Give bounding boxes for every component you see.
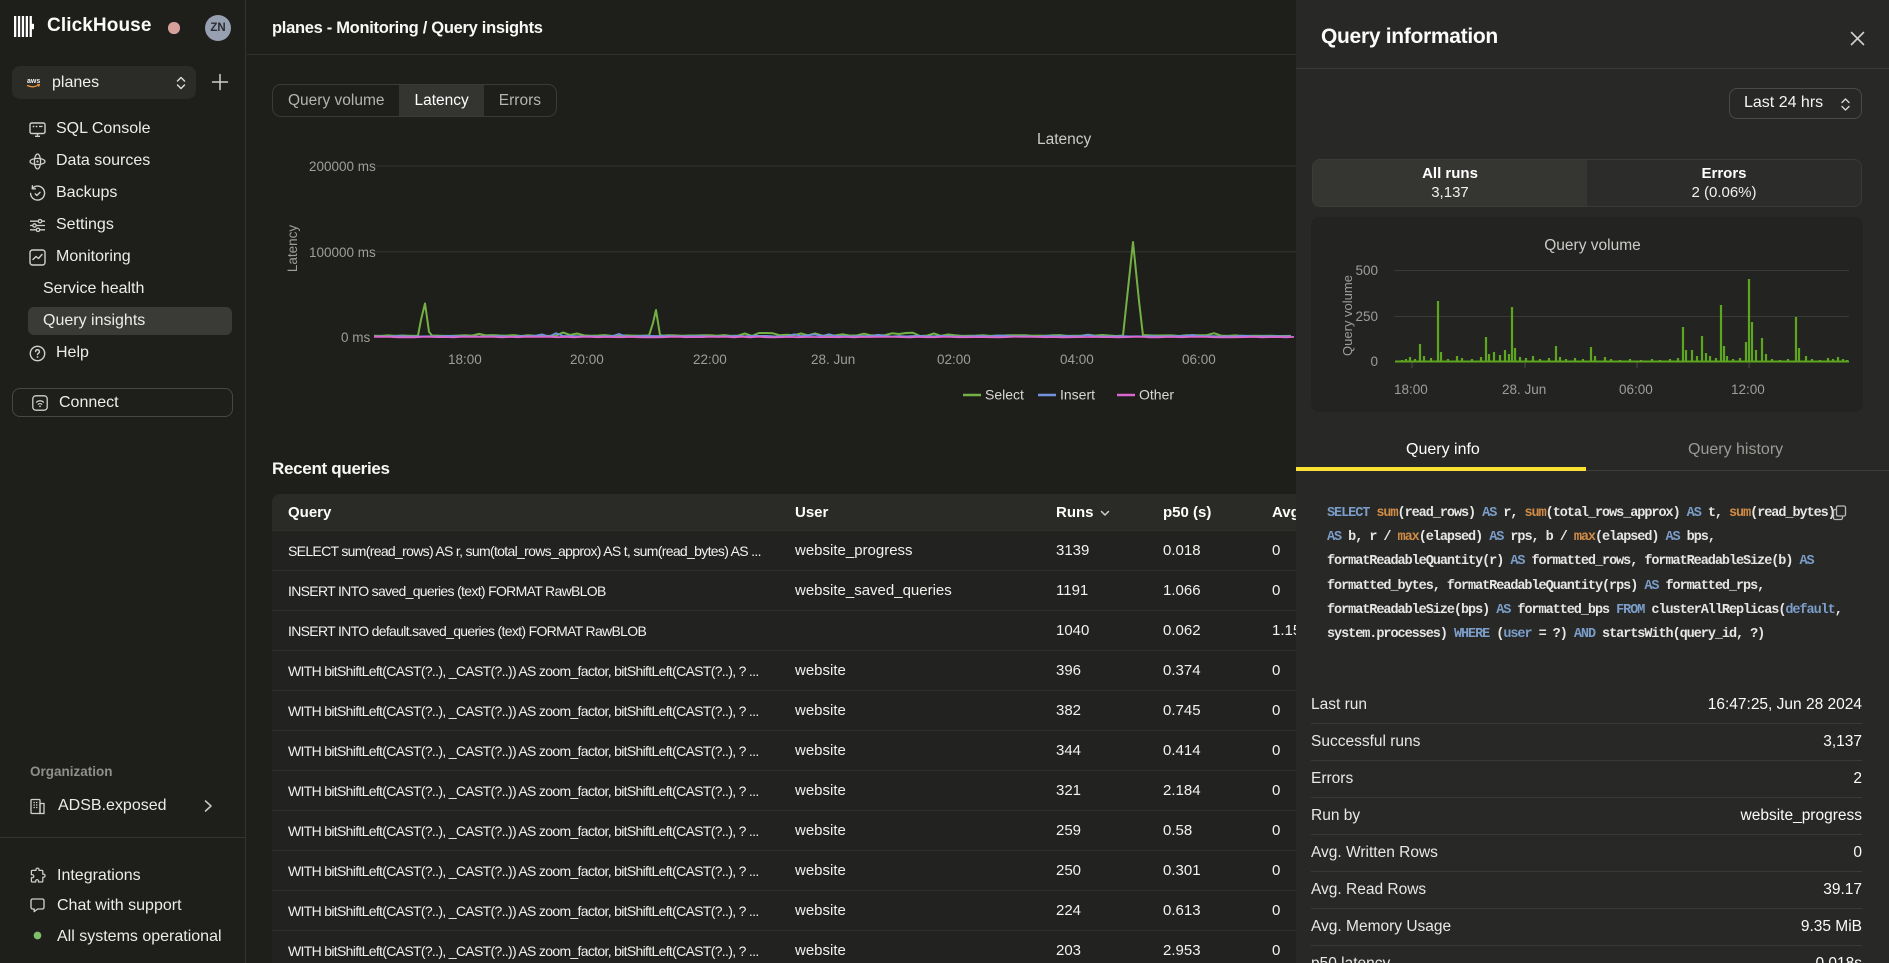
svg-text:Insert: Insert [1060, 388, 1095, 402]
svg-text:Other: Other [1139, 388, 1174, 402]
svg-text:aws: aws [27, 78, 40, 85]
svg-text:Select: Select [985, 388, 1024, 402]
